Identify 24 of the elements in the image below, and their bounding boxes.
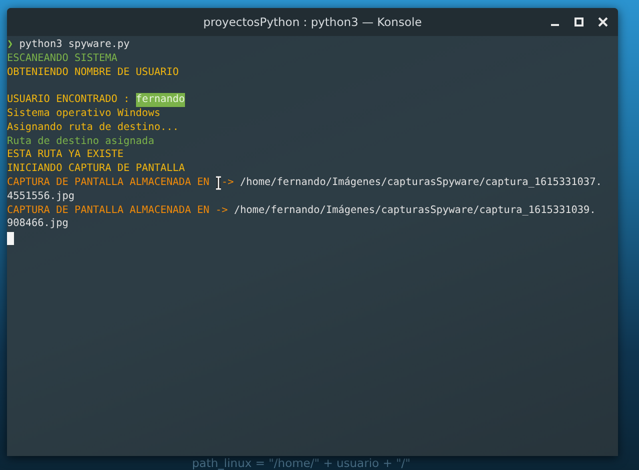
- terminal-text: Sistema operativo Windows: [7, 106, 160, 121]
- terminal-text: ESCANEANDO SISTEMA: [7, 52, 118, 66]
- highlighted-text: fernando: [136, 93, 185, 107]
- close-icon[interactable]: [598, 17, 608, 27]
- text-cursor-icon: [214, 176, 222, 190]
- desktop-code-text: path_linux = "/home/" + usuario + "/": [192, 457, 410, 470]
- terminal-text: ->: [222, 176, 234, 190]
- terminal-text: ESTA RUTA YA EXISTE: [7, 148, 124, 162]
- terminal-text: 4551556.jpg: [7, 190, 74, 204]
- terminal-text: python3 spyware.py: [18, 38, 130, 52]
- prompt-icon: ❯: [7, 38, 14, 52]
- terminal-text: USUARIO ENCONTRADO :: [7, 93, 131, 107]
- block-cursor: [7, 232, 14, 245]
- terminal-text: CAPTURA DE PANTALLA ALMACENADA EN: [7, 176, 210, 190]
- terminal-text: CAPTURA DE PANTALLA ALMACENADA EN ->: [7, 204, 229, 218]
- terminal-text: Ruta de destino asignada: [7, 134, 154, 148]
- window-title: proyectosPython : python3 — Konsole: [203, 15, 422, 29]
- terminal-text: /home/fernando/Imágenes/capturasSpyware/captura_1615331039.: [234, 204, 596, 218]
- maximize-icon[interactable]: [574, 17, 584, 27]
- terminal-text: OBTENIENDO NOMBRE DE USUARIO: [7, 66, 179, 80]
- terminal-text: /home/fernando/Imágenes/capturasSpyware/captura_1615331037.: [238, 176, 602, 190]
- terminal-text: Asignando ruta de destino...: [7, 120, 179, 135]
- terminal-text: 908466.jpg: [7, 217, 68, 232]
- terminal-text: INICIANDO CAPTURA DE PANTALLA: [7, 162, 185, 176]
